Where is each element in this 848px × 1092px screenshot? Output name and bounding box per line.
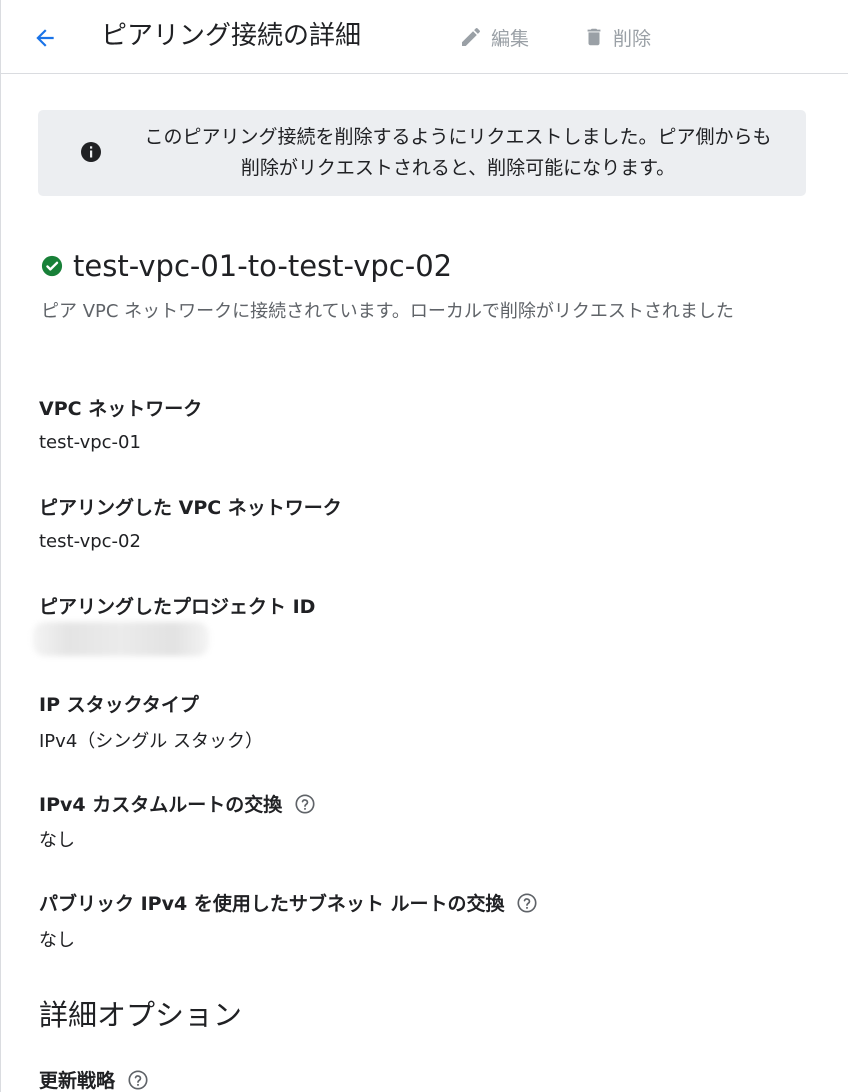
ip-stack-type-value: IPv4（シングル スタック） [39,731,263,752]
page-title: ピアリング接続の詳細 [101,21,362,51]
trash-icon [587,28,601,46]
update-strategy-label: 更新戦略 [39,1070,116,1092]
help-icon[interactable] [516,892,538,914]
public-ipv4-subnet-routes-label-row: パブリック IPv4 を使用したサブネット ルートの交換 [39,889,538,916]
ip-stack-type-label: IP スタックタイプ [39,694,199,716]
ipv4-custom-routes-value: なし [39,830,75,851]
page-frame: ピアリング接続の詳細 編集 削除 このピアリング接続を削除するようにリクエストし… [0,0,848,1092]
ipv4-custom-routes-label: IPv4 カスタムルートの交換 [39,794,283,816]
edit-button-label: 編集 [491,27,530,50]
back-button[interactable] [25,20,65,56]
peered-project-id-value-redacted [33,622,209,656]
delete-button-label: 削除 [613,27,652,50]
pencil-icon [462,27,481,46]
connection-title-row: test-vpc-01-to-test-vpc-02 [41,246,452,286]
info-banner-text: このピアリング接続を削除するようにリクエストしました。ピア側からも削除がリクエス… [144,126,772,179]
help-icon[interactable] [127,1069,149,1091]
page-header: ピアリング接続の詳細 編集 削除 [1,0,848,74]
peered-vpc-network-value: test-vpc-02 [39,531,141,552]
peered-vpc-network-label: ピアリングした VPC ネットワーク [39,497,342,519]
delete-button[interactable]: 削除 [583,20,651,54]
connection-name: test-vpc-01-to-test-vpc-02 [73,249,453,283]
info-banner: このピアリング接続を削除するようにリクエストしました。ピア側からも削除がリクエス… [38,110,806,196]
public-ipv4-subnet-routes-value: なし [39,930,75,951]
arrow-back-icon [36,29,54,47]
help-icon[interactable] [294,793,316,815]
vpc-network-value: test-vpc-01 [39,432,141,453]
peered-project-id-label: ピアリングしたプロジェクト ID [39,596,316,618]
public-ipv4-subnet-routes-label: パブリック IPv4 を使用したサブネット ルートの交換 [39,893,505,915]
edit-button[interactable]: 編集 [459,20,529,54]
update-strategy-label-row: 更新戦略 [39,1066,149,1092]
advanced-options-heading: 詳細オプション [39,998,243,1032]
info-icon [81,142,101,162]
vpc-network-label: VPC ネットワーク [39,398,203,420]
ipv4-custom-routes-label-row: IPv4 カスタムルートの交換 [39,790,316,817]
connection-status-description: ピア VPC ネットワークに接続されています。ローカルで削除がリクエストされまし… [41,301,734,322]
check-circle-icon [41,255,63,277]
